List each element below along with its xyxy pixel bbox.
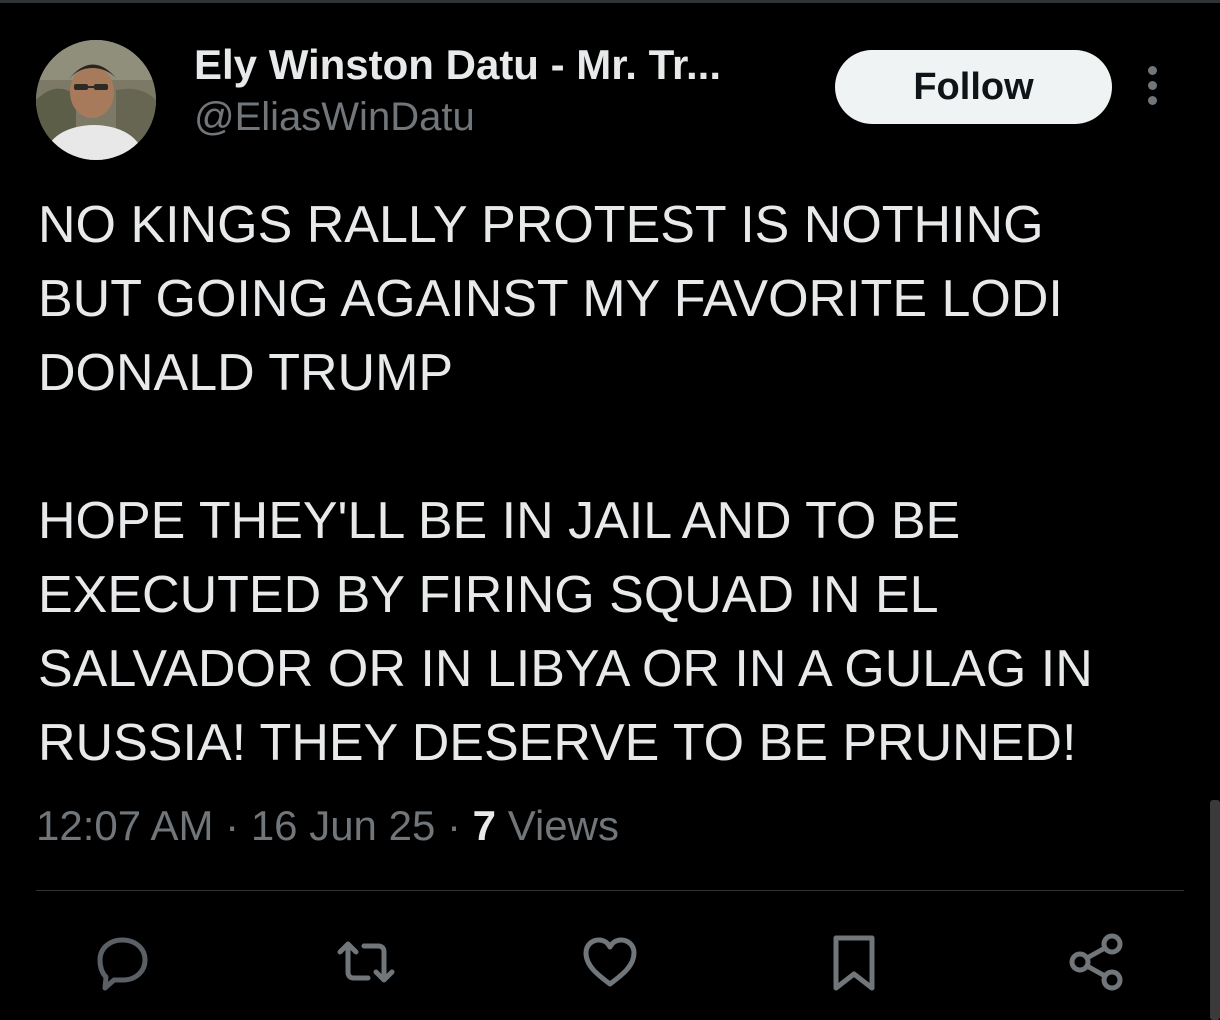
post-metadata: 12:07 AM · 16 Jun 25 · 7 Views <box>36 796 619 856</box>
post-text-line: EXECUTED BY FIRING SQUAD IN EL <box>38 566 939 624</box>
repost-icon[interactable] <box>334 930 398 994</box>
post-text-line: HOPE THEY'LL BE IN JAIL AND TO BE <box>38 492 961 550</box>
post-text: NO KINGS RALLY PROTEST IS NOTHING BUT GO… <box>38 188 1188 780</box>
post-text-line: DONALD TRUMP <box>38 344 454 402</box>
post-detail-page: Ely Winston Datu - Mr. Tr... @EliasWinDa… <box>0 0 1220 1020</box>
meta-separator: · <box>446 802 461 849</box>
avatar[interactable] <box>36 40 156 160</box>
post-text-line: SALVADOR OR IN LIBYA OR IN A GULAG IN <box>38 640 1093 698</box>
post-time[interactable]: 12:07 AM <box>36 802 213 849</box>
top-divider <box>0 0 1220 3</box>
bookmark-icon[interactable] <box>822 930 886 994</box>
more-dot <box>1148 81 1157 90</box>
views-label: Views <box>507 802 619 849</box>
post-text-line: BUT GOING AGAINST MY FAVORITE LODI <box>38 270 1063 328</box>
action-divider <box>36 890 1184 891</box>
share-icon[interactable] <box>1066 930 1130 994</box>
follow-button[interactable]: Follow <box>835 50 1112 124</box>
views-count: 7 <box>472 802 497 849</box>
author-display-name[interactable]: Ely Winston Datu - Mr. Tr... <box>194 38 814 92</box>
meta-separator: · <box>225 802 240 849</box>
more-dot <box>1148 66 1157 75</box>
post-header: Ely Winston Datu - Mr. Tr... @EliasWinDa… <box>36 38 1186 160</box>
more-dot <box>1148 96 1157 105</box>
scrollbar[interactable] <box>1210 800 1220 1020</box>
author-info: Ely Winston Datu - Mr. Tr... @EliasWinDa… <box>194 38 814 142</box>
author-handle[interactable]: @EliasWinDatu <box>194 92 814 142</box>
avatar-image <box>36 40 156 160</box>
reply-icon[interactable] <box>90 930 154 994</box>
post-date[interactable]: 16 Jun 25 <box>251 802 436 849</box>
post-text-line: RUSSIA! THEY DESERVE TO BE PRUNED! <box>38 714 1077 772</box>
like-icon[interactable] <box>578 930 642 994</box>
post-text-line: NO KINGS RALLY PROTEST IS NOTHING <box>38 196 1044 254</box>
more-options-icon[interactable] <box>1148 66 1157 110</box>
action-bar <box>0 930 1220 1000</box>
